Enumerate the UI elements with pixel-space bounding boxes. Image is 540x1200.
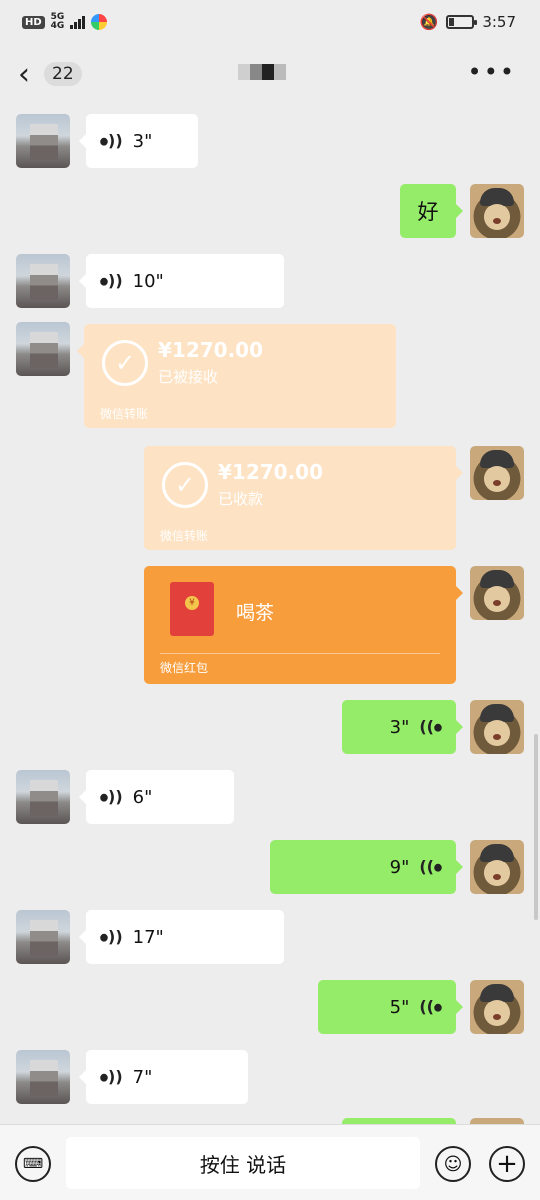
transfer-card-in[interactable]: ✓ ¥1270.00 已被接收 微信转账 [77, 324, 396, 428]
scrollbar[interactable] [534, 734, 538, 920]
voice-message-in[interactable]: ⦁)) 3" [79, 114, 198, 168]
input-bar: ⌨ 按住 说话 ☺ + [0, 1124, 540, 1200]
back-arrow-icon[interactable]: ‹ [18, 60, 30, 90]
voice-wave-icon: ⦁)) [100, 1067, 123, 1086]
red-packet-title: 喝茶 [236, 602, 275, 624]
red-packet-footer: 微信红包 [160, 661, 209, 675]
voice-duration: 7" [132, 1066, 153, 1088]
voice-wave-icon: ⦁)) [100, 927, 123, 946]
voice-duration: 17" [132, 926, 164, 948]
voice-duration: 6" [132, 786, 153, 808]
my-avatar[interactable] [470, 566, 524, 620]
signal-icon [70, 15, 86, 29]
contact-avatar[interactable] [16, 1050, 70, 1104]
voice-message-out[interactable]: 3" ((⦁ [342, 700, 463, 754]
voice-message-out[interactable]: 9" ((⦁ [270, 840, 463, 894]
status-bar: HD 5G 4G 🔕 3:57 [0, 0, 540, 50]
voice-wave-icon: ⦁)) [100, 271, 123, 290]
voice-message-in[interactable]: ⦁)) 6" [79, 770, 234, 824]
battery-icon [446, 15, 478, 29]
voice-message-in[interactable]: ⦁)) 17" [79, 910, 284, 964]
voice-wave-icon: ((⦁ [419, 717, 442, 736]
chat-title-redacted [238, 64, 286, 80]
mute-bell-icon: 🔕 [419, 13, 439, 31]
network-sub-label: 4G [50, 21, 65, 31]
contact-avatar[interactable] [16, 322, 70, 376]
transfer-status: 已被接收 [158, 368, 219, 386]
voice-duration: 9" [389, 856, 410, 878]
contact-avatar[interactable] [16, 254, 70, 308]
transfer-footer: 微信转账 [160, 529, 209, 543]
red-packet-card[interactable]: ¥ 喝茶 微信红包 [144, 566, 463, 684]
hold-to-talk-button[interactable]: 按住 说话 [66, 1137, 420, 1189]
emoji-icon[interactable]: ☺ [435, 1146, 471, 1182]
plus-icon[interactable]: + [489, 1146, 525, 1182]
message-text: 好 [417, 200, 439, 224]
transfer-amount: ¥1270.00 [158, 338, 264, 362]
hd-badge: HD [22, 15, 45, 29]
voice-message-in[interactable]: ⦁)) 10" [79, 254, 284, 308]
my-avatar[interactable] [470, 446, 524, 500]
contact-avatar[interactable] [16, 910, 70, 964]
unread-count-badge[interactable]: 22 [44, 62, 82, 86]
transfer-status: 已收款 [218, 490, 264, 508]
voice-duration: 3" [132, 130, 153, 152]
voice-duration: 3" [389, 716, 410, 738]
voice-message-in[interactable]: ⦁)) 7" [79, 1050, 248, 1104]
red-envelope-icon: ¥ [170, 582, 214, 636]
voice-wave-icon: ⦁)) [100, 131, 123, 150]
chat-header: ‹ 22 ••• [0, 50, 540, 102]
voice-duration: 10" [132, 270, 164, 292]
my-avatar[interactable] [470, 184, 524, 238]
my-avatar[interactable] [470, 700, 524, 754]
transfer-footer: 微信转账 [100, 407, 149, 421]
voice-duration: 5" [389, 996, 410, 1018]
status-left: HD 5G 4G [22, 13, 108, 31]
network-indicator: 5G 4G [51, 13, 65, 31]
more-options-icon[interactable]: ••• [468, 58, 516, 86]
check-circle-icon: ✓ [162, 462, 208, 508]
text-message-out[interactable]: 好 [400, 184, 463, 238]
check-circle-icon: ✓ [102, 340, 148, 386]
my-avatar[interactable] [470, 840, 524, 894]
voice-wave-icon: ((⦁ [419, 857, 442, 876]
keyboard-icon[interactable]: ⌨ [15, 1146, 51, 1182]
voice-wave-icon: ⦁)) [100, 787, 123, 806]
status-right: 🔕 3:57 [420, 13, 516, 31]
contact-avatar[interactable] [16, 770, 70, 824]
clock: 3:57 [482, 13, 516, 31]
transfer-amount: ¥1270.00 [218, 460, 324, 484]
voice-wave-icon: ((⦁ [419, 997, 442, 1016]
my-avatar[interactable] [470, 980, 524, 1034]
contact-avatar[interactable] [16, 114, 70, 168]
transfer-card-out[interactable]: ✓ ¥1270.00 已收款 微信转账 [144, 446, 463, 550]
voice-message-out[interactable]: 5" ((⦁ [318, 980, 463, 1034]
app-notification-icon [91, 14, 108, 30]
red-packet-divider [160, 653, 440, 654]
